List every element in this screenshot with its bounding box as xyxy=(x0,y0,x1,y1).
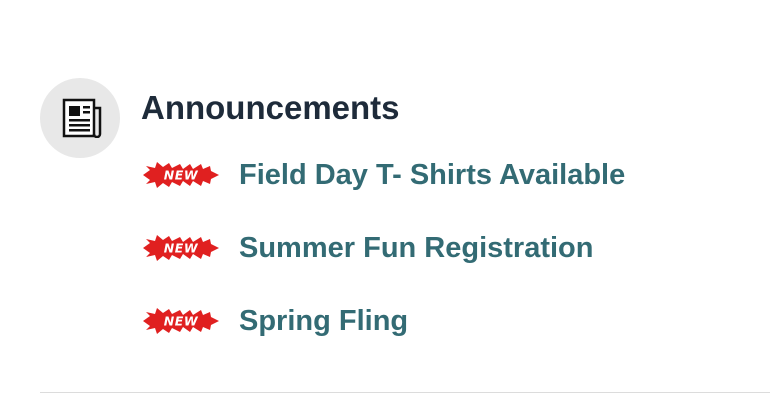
announcement-item[interactable]: NEW Spring Fling xyxy=(143,296,625,346)
new-badge-label: NEW xyxy=(164,241,199,256)
announcement-item[interactable]: NEW Field Day T- Shirts Available xyxy=(143,150,625,200)
new-badge-icon: NEW xyxy=(143,235,219,261)
new-badge-icon: NEW xyxy=(143,162,219,188)
newspaper-icon xyxy=(40,78,120,158)
announcements-widget: Announcements NEW Field Day T- Shirts Av… xyxy=(0,0,770,404)
new-badge-label: NEW xyxy=(164,314,199,329)
announcement-link[interactable]: Spring Fling xyxy=(239,305,408,338)
announcements-title: Announcements xyxy=(141,89,400,126)
announcement-link[interactable]: Field Day T- Shirts Available xyxy=(239,159,625,192)
new-badge-label: NEW xyxy=(164,168,199,183)
announcement-item[interactable]: NEW Summer Fun Registration xyxy=(143,223,625,273)
section-divider xyxy=(40,392,770,393)
new-badge-icon: NEW xyxy=(143,308,219,334)
announcement-link[interactable]: Summer Fun Registration xyxy=(239,232,594,265)
announcements-list: NEW Field Day T- Shirts Available NEW Su… xyxy=(143,150,625,369)
